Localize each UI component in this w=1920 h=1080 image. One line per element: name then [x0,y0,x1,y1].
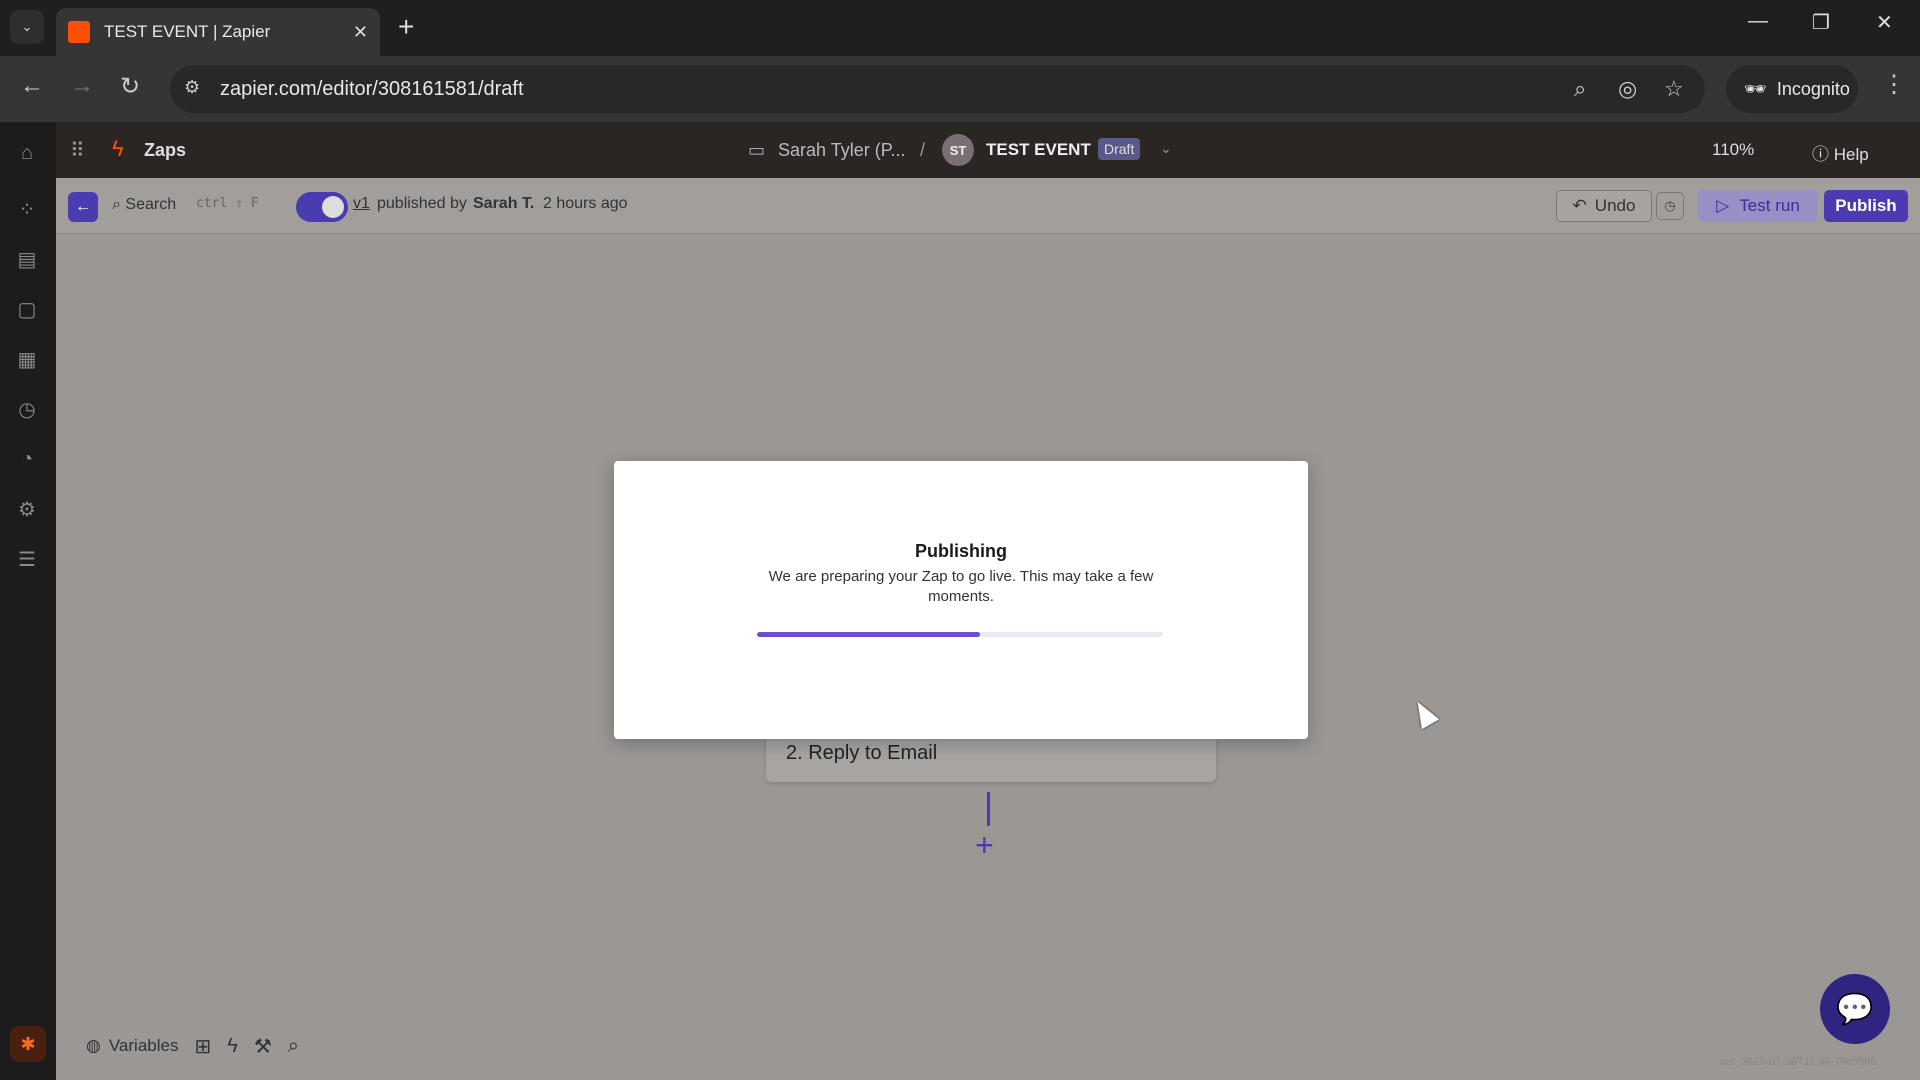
status-badge: Draft [1098,138,1141,160]
settings-icon[interactable]: ⚙ [14,496,40,522]
folder-icon: ▭ [748,140,766,160]
search-label: Search [125,196,177,213]
interfaces-icon[interactable]: ▢ [14,296,40,322]
undo-button[interactable]: ↶ Undo [1556,190,1652,222]
avatar: ST [942,134,974,166]
zapier-brand-icon[interactable]: ✱ [10,1026,46,1062]
version-footer: ver. 2025-07-08T11:38-79c5f9f6 [1720,1056,1877,1068]
version-link[interactable]: v1 [353,195,370,213]
url-text[interactable]: zapier.com/editor/308161581/draft [220,78,524,101]
browser-tab[interactable]: TEST EVENT | Zapier ✕ [56,8,380,56]
activity-icon[interactable]: ◔ [14,446,40,472]
zaps-icon[interactable]: ▤ [14,246,40,272]
undo-label: Undo [1594,196,1636,215]
new-tab-button[interactable]: + [398,12,414,42]
editor-header: ⠿ ϟ Zaps ▭ Sarah Tyler (P... / ST TEST E… [56,122,1920,178]
search-button[interactable]: ⌕ Search [112,196,176,214]
forward-icon[interactable]: → [70,72,94,100]
modal-message: We are preparing your Zap to go live. Th… [768,568,1154,605]
add-step-button[interactable]: + [975,829,994,861]
variables-label: Variables [108,1036,179,1055]
bolt-icon[interactable]: ϟ [227,1035,238,1058]
tab-search-button[interactable]: ⌄ [10,10,44,44]
incognito-icon: 🕶 [1744,78,1767,99]
back-button[interactable]: ← [68,192,98,222]
version-history-icon[interactable]: ◷ [1656,192,1684,220]
zap-bolt-icon: ϟ [112,136,124,161]
modal-title: Publishing [915,541,1007,561]
incognito-label: Incognito [1776,78,1850,99]
reload-icon[interactable]: ↻ [120,72,140,101]
zaps-label[interactable]: Zaps [144,140,186,161]
toggle-knob [322,196,344,218]
zapier-favicon [68,21,90,43]
undo-icon: ↶ [1572,196,1587,215]
breadcrumb-separator: / [920,140,926,160]
progress-bar [757,632,1163,637]
editor-subbar: ← ⌕ Search ctrl ⇧ F v1 published by Sara… [56,178,1920,234]
chat-search-icon[interactable]: ⌕ [288,1035,299,1058]
published-user: Sarah T. [473,195,535,212]
step-label: 2. Reply to Email [786,742,938,764]
publishing-modal: Publishing We are preparing your Zap to … [614,461,1308,739]
search-shortcut: ctrl ⇧ F [196,196,259,211]
help-button[interactable]: ⓘ Help [1812,140,1869,165]
canvas-bottom-toolbar: ◍ Variables ⊞ ϟ ⚒ ⌕ [86,1028,299,1064]
test-run-label: Test run [1739,196,1800,215]
globe-icon: ◍ [86,1036,101,1055]
zap-on-toggle[interactable] [296,192,348,222]
home-icon[interactable]: ⌂ [14,140,40,166]
browser-tabbar: ⌄ TEST EVENT | Zapier ✕ + — ❐ ✕ [0,0,1920,56]
close-tab-icon[interactable]: ✕ [353,22,368,43]
test-run-button[interactable]: ▷ Test run [1698,190,1818,222]
address-bar[interactable]: ⚙ zapier.com/editor/308161581/draft ⌕ ◎ … [170,65,1705,113]
published-time: 2 hours ago [543,195,628,212]
history-icon[interactable]: ◷ [14,396,40,422]
apps-grid-icon[interactable]: ⊞ [194,1034,211,1059]
publish-button[interactable]: Publish [1824,190,1908,222]
published-text: published by [377,195,467,212]
restore-icon[interactable]: ❐ [1812,10,1830,35]
minimize-icon[interactable]: — [1748,10,1768,33]
variables-button[interactable]: ◍ Variables [86,1036,178,1056]
back-icon[interactable]: ← [20,72,44,100]
site-info-icon[interactable]: ⚙ [184,77,200,98]
apps-icon[interactable]: ⁘ [14,196,40,222]
archive-icon[interactable]: ☰ [14,546,40,572]
zoom-icon[interactable]: ⌕ [1574,76,1586,102]
eye-off-icon[interactable]: ◎ [1618,76,1637,102]
breadcrumb-owner[interactable]: Sarah Tyler (P... [778,140,905,161]
play-icon: ▷ [1716,196,1730,215]
progress-fill [757,632,981,637]
incognito-indicator[interactable]: 🕶 Incognito [1726,65,1858,113]
app-grid-icon[interactable]: ⠿ [70,138,85,163]
help-label: Help [1833,145,1869,164]
left-sidebar: ⌂ ⁘ ▤ ▢ ▦ ◷ ◔ ⚙ ☰ ✱ [0,122,56,1080]
step-connector [987,792,990,826]
tab-title: TEST EVENT | Zapier [104,22,271,41]
chat-support-button[interactable]: 💬 [1820,974,1890,1044]
chevron-down-icon[interactable]: ⌄ [1160,140,1172,157]
bookmark-star-icon[interactable]: ☆ [1664,76,1684,102]
tables-icon[interactable]: ▦ [14,346,40,372]
close-window-icon[interactable]: ✕ [1876,10,1893,35]
zap-title[interactable]: TEST EVENT [986,140,1091,160]
tools-icon[interactable]: ⚒ [254,1034,272,1059]
browser-menu-icon[interactable]: ⋮ [1882,70,1906,99]
browser-toolbar: ← → ↻ ⚙ zapier.com/editor/308161581/draf… [0,56,1920,122]
zoom-level[interactable]: 110% [1712,140,1754,160]
